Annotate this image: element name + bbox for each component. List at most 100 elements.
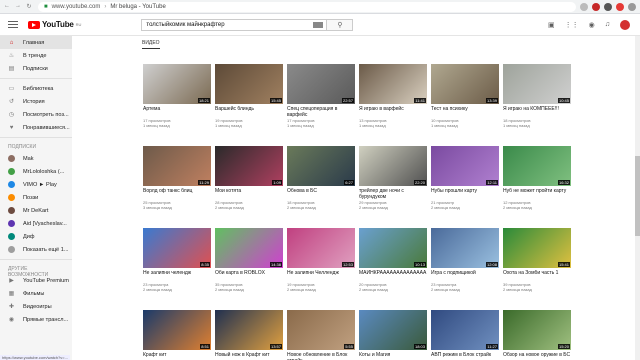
search-button[interactable]: ⚲ bbox=[327, 18, 354, 31]
video-card[interactable]: 22:20 трейлер две ночи с бурундуком 29 про… bbox=[359, 146, 431, 210]
back-icon[interactable]: ← bbox=[4, 3, 10, 10]
apps-icon[interactable]: ⋮⋮ bbox=[565, 21, 579, 29]
keyboard-icon[interactable] bbox=[313, 21, 324, 28]
video-title[interactable]: Спец спецоперация в варфейс bbox=[287, 106, 355, 118]
extension-icon[interactable] bbox=[604, 2, 612, 11]
video-card[interactable]: 6:27 Обнова в БС 18 просмотров 2 месяца наз… bbox=[287, 146, 359, 210]
sidebar-item[interactable]: ↺ История bbox=[0, 95, 72, 108]
sidebar-item[interactable]: ▭ Библиотека bbox=[0, 82, 72, 95]
video-card[interactable]: 13:57 Новый нож в Крафт кит bbox=[215, 310, 287, 360]
video-thumbnail[interactable]: 22:20 bbox=[359, 146, 427, 186]
sidebar-item[interactable]: Показать ещё 1... bbox=[0, 243, 72, 256]
search-input[interactable]: толстыйкомик майнкрафтер bbox=[141, 18, 328, 31]
menu-icon[interactable] bbox=[8, 21, 18, 28]
video-title[interactable]: Коты и Магия bbox=[359, 352, 427, 360]
video-card[interactable]: 8:51 Крафт кит bbox=[143, 310, 215, 360]
video-thumbnail[interactable]: 15:41 bbox=[503, 228, 571, 268]
youtube-logo[interactable]: YouTube RU bbox=[28, 20, 81, 29]
video-thumbnail[interactable]: 6:27 bbox=[287, 146, 355, 186]
tab-videos[interactable]: ВИДЕО bbox=[142, 40, 160, 49]
video-thumbnail[interactable]: 22:57 bbox=[287, 64, 355, 104]
video-title[interactable]: Я играю на КОМПЕЕЕ!!! bbox=[503, 106, 571, 118]
video-card[interactable]: 14:38 Оби карта в ROBLOX 35 просмотров 2 ме… bbox=[215, 228, 287, 292]
video-thumbnail[interactable]: 1:09 bbox=[215, 146, 283, 186]
video-thumbnail[interactable]: 14:38 bbox=[215, 228, 283, 268]
video-card[interactable]: 8:35 Не залипни челендж 23 просмотра 2 меся… bbox=[143, 228, 215, 292]
video-thumbnail[interactable]: 11:29 bbox=[143, 146, 211, 186]
video-title[interactable]: Обзор на новое оружие в БС bbox=[503, 352, 571, 360]
video-thumbnail[interactable]: 12:53 bbox=[287, 228, 355, 268]
video-card[interactable]: 15:20 Обзор на новое оружие в БС bbox=[503, 310, 575, 360]
video-card[interactable]: 16:32 Нуб не может пройти карту 12 просмот… bbox=[503, 146, 575, 210]
video-thumbnail[interactable]: 18:21 bbox=[143, 64, 211, 104]
video-thumbnail[interactable]: 12:11 bbox=[431, 146, 499, 186]
sidebar-item[interactable]: Aid [Vyacheslav... bbox=[0, 217, 72, 230]
video-title[interactable]: МАЙНКРАААААААААААААА bbox=[359, 270, 427, 282]
video-title[interactable]: Нуб не может пройти карту bbox=[503, 188, 571, 200]
video-title[interactable]: Не залипни челендж bbox=[143, 270, 211, 282]
sidebar-item[interactable]: ♥ Понравившиеся... bbox=[0, 121, 72, 134]
video-title[interactable]: Обнова в БС bbox=[287, 188, 355, 200]
video-thumbnail[interactable]: 11:27 bbox=[431, 310, 499, 350]
sidebar-item[interactable]: ♨ В тренде bbox=[0, 49, 72, 62]
video-thumbnail[interactable]: 12:08 bbox=[431, 228, 499, 268]
video-thumbnail[interactable]: 15:20 bbox=[503, 310, 571, 350]
video-card[interactable]: 18:03 Коты и Магия bbox=[359, 310, 431, 360]
video-title[interactable]: Мои котята bbox=[215, 188, 283, 200]
sidebar-item[interactable]: ✚ Видеоигры bbox=[0, 300, 72, 313]
extension-icon[interactable] bbox=[592, 2, 600, 11]
video-thumbnail[interactable]: 8:51 bbox=[143, 310, 211, 350]
video-thumbnail[interactable]: 11:41 bbox=[359, 64, 427, 104]
messages-icon[interactable]: ◉ bbox=[589, 21, 595, 29]
video-card[interactable]: 1:09 Мои котята 28 просмотров 2 месяца наза… bbox=[215, 146, 287, 210]
sidebar-item[interactable]: ▦ Фильмы bbox=[0, 287, 72, 300]
video-thumbnail[interactable]: 13:39 bbox=[431, 64, 499, 104]
video-title[interactable]: Я играю в варфейс bbox=[359, 106, 427, 118]
video-title[interactable]: АВП режим в Блок страйк bbox=[431, 352, 499, 360]
star-icon[interactable] bbox=[580, 2, 588, 11]
forward-icon[interactable]: → bbox=[15, 3, 21, 10]
video-title[interactable]: Новый нож в Крафт кит bbox=[215, 352, 283, 360]
video-card[interactable]: 18:21 Артема 17 просмотров 1 месяц назад bbox=[143, 64, 215, 128]
scrollbar[interactable] bbox=[635, 36, 640, 360]
video-thumbnail[interactable]: 18:03 bbox=[359, 310, 427, 350]
video-card[interactable]: 10:13 МАЙНКРАААААААААААААА 20 просмотров 2 … bbox=[359, 228, 431, 292]
video-title[interactable]: Ворлд оф танкс блиц bbox=[143, 188, 211, 200]
video-card[interactable]: 11:41 Я играю в варфейс 13 просмотров 1 мес… bbox=[359, 64, 431, 128]
video-card[interactable]: 11:27 АВП режим в Блок страйк bbox=[431, 310, 503, 360]
video-title[interactable]: Варшейс блиндь bbox=[215, 106, 283, 118]
video-card[interactable]: 10:45 Я играю на КОМПЕЕЕ!!! 18 просмотров 1… bbox=[503, 64, 575, 128]
video-card[interactable]: 15:41 Охота на Зомби часть 1 39 просмотров… bbox=[503, 228, 575, 292]
sidebar-item[interactable]: ⌂ Главная bbox=[0, 36, 72, 49]
address-bar[interactable]: ■ www.youtube.com › Mr beluga - YouTube bbox=[38, 1, 576, 12]
notifications-icon[interactable]: ♫ bbox=[605, 21, 610, 28]
video-thumbnail[interactable]: 5:55 bbox=[287, 310, 355, 350]
video-card[interactable]: 12:53 Не залипни Челлендж 19 просмотров 2 м… bbox=[287, 228, 359, 292]
video-title[interactable]: Охота на Зомби часть 1 bbox=[503, 270, 571, 282]
sidebar-item[interactable]: Диф bbox=[0, 230, 72, 243]
upload-icon[interactable]: ▣ bbox=[548, 21, 555, 29]
sidebar-item[interactable]: ◷ Посмотреть поз... bbox=[0, 108, 72, 121]
video-card[interactable]: 15:45 Варшейс блиндь 19 просмотров 1 месяц … bbox=[215, 64, 287, 128]
sidebar-item[interactable]: Поззи bbox=[0, 191, 72, 204]
scrollbar-thumb[interactable] bbox=[635, 156, 640, 236]
video-card[interactable]: 22:57 Спец спецоперация в варфейс 17 просм… bbox=[287, 64, 359, 128]
sidebar-item[interactable]: MrLololoshka (... bbox=[0, 165, 72, 178]
reload-icon[interactable]: ↻ bbox=[26, 3, 32, 10]
video-title[interactable]: Не залипни Челлендж bbox=[287, 270, 355, 282]
video-card[interactable]: 12:11 Нубы прошли карту 21 просмотр 2 месяц… bbox=[431, 146, 503, 210]
video-title[interactable]: Игра с подпищикой bbox=[431, 270, 499, 282]
sidebar-item[interactable]: ◉ Прямые трансл... bbox=[0, 313, 72, 326]
video-title[interactable]: Новое обновление в Блок страйк bbox=[287, 352, 355, 360]
video-thumbnail[interactable]: 10:45 bbox=[503, 64, 571, 104]
video-title[interactable]: трейлер две ночи с бурундуком bbox=[359, 188, 427, 200]
sidebar-item[interactable]: ▤ Подписки bbox=[0, 62, 72, 75]
more-icon[interactable] bbox=[628, 2, 636, 11]
video-title[interactable]: Тест на психику bbox=[431, 106, 499, 118]
video-title[interactable]: Нубы прошли карту bbox=[431, 188, 499, 200]
video-thumbnail[interactable]: 8:35 bbox=[143, 228, 211, 268]
video-title[interactable]: Артема bbox=[143, 106, 211, 118]
sidebar-item[interactable]: VIMO ► Play bbox=[0, 178, 72, 191]
sidebar-item[interactable]: Mr DeKart bbox=[0, 204, 72, 217]
profile-icon[interactable] bbox=[616, 2, 624, 11]
